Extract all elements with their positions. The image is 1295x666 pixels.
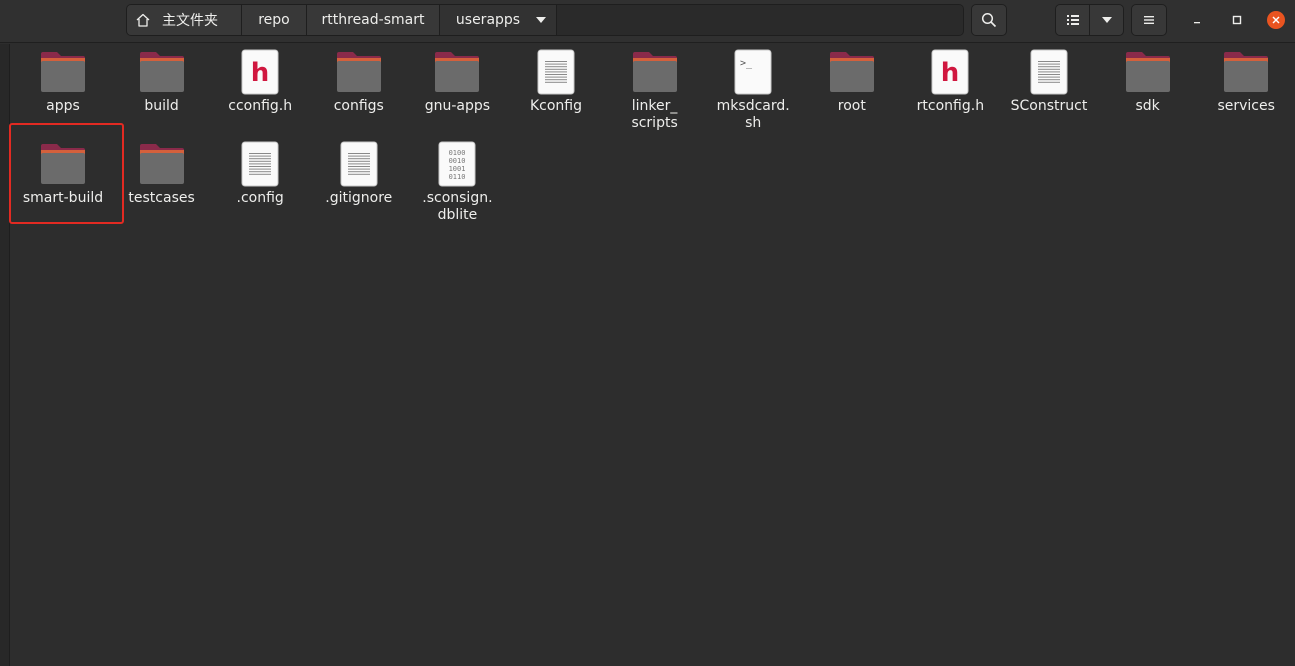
file-item-label: root [837,98,866,114]
svg-text:1001: 1001 [449,165,466,173]
c-header-file-icon: h [235,48,285,96]
close-button[interactable] [1267,11,1285,29]
file-item[interactable]: build [113,48,211,134]
svg-text:0100: 0100 [449,149,466,157]
crumb-label: userapps [455,12,521,28]
file-item[interactable]: h rtconfig.h [901,48,999,134]
file-item[interactable]: SConstruct [1000,48,1098,134]
search-icon [981,12,997,28]
file-item-label: build [144,98,179,114]
text-file-icon [1024,48,1074,96]
crumb-userapps[interactable]: userapps [440,5,557,35]
svg-text:0110: 0110 [449,173,466,181]
crumb-repo[interactable]: repo [242,5,307,35]
hamburger-menu-icon [1144,16,1154,24]
file-item-label: .sconsign. dblite [422,190,493,223]
file-item-label: rtconfig.h [916,98,985,114]
crumb-rtthread-smart[interactable]: rtthread-smart [307,5,440,35]
file-item[interactable]: testcases [113,140,211,226]
home-icon [136,13,150,27]
crumb-home[interactable]: 主文件夹 [127,5,242,35]
folder-icon [38,140,88,188]
minimize-icon [1194,22,1200,24]
file-item[interactable]: configs [310,48,408,134]
sidebar-collapsed-edge[interactable] [0,44,10,666]
shell-script-icon: >_ [728,48,778,96]
folder-icon [334,48,384,96]
file-item[interactable]: Kconfig [507,48,605,134]
file-item-label: mksdcard. sh [716,98,790,131]
folder-icon [827,48,877,96]
file-item-label: smart-build [22,190,104,206]
file-item[interactable]: services [1197,48,1295,134]
file-item[interactable]: root [803,48,901,134]
folder-icon [1123,48,1173,96]
path-bar-filler [557,5,963,35]
main-menu-button[interactable] [1131,4,1167,36]
svg-text:>_: >_ [740,58,753,69]
folder-icon [137,48,187,96]
list-view-button[interactable] [1056,5,1089,35]
file-item-label: cconfig.h [228,98,293,114]
path-bar: 主文件夹 repo rtthread-smart userapps [126,4,964,36]
file-item-label: SConstruct [1010,98,1088,114]
search-button[interactable] [971,4,1007,36]
folder-icon [1221,48,1271,96]
file-item[interactable]: apps [14,48,112,134]
file-item[interactable]: linker_ scripts [606,48,704,134]
file-item-label: configs [333,98,384,114]
view-toggle-group [1055,4,1124,36]
file-item-label: apps [46,98,80,114]
maximize-icon [1232,15,1242,25]
text-file-icon [531,48,581,96]
file-item-label: testcases [128,190,195,206]
file-item[interactable]: >_ mksdcard. sh [704,48,802,134]
chevron-down-icon [1101,17,1112,23]
folder-icon [137,140,187,188]
folder-icon [432,48,482,96]
file-item-label: Kconfig [529,98,583,114]
c-header-file-icon: h [925,48,975,96]
folder-icon [630,48,680,96]
text-file-icon [235,140,285,188]
text-file-icon [334,140,384,188]
file-item-label: .config [236,190,284,206]
file-item[interactable]: 0100 0010 1001 0110 .sconsign. dblite [408,140,506,226]
svg-text:0010: 0010 [449,157,466,165]
crumb-menu-caret-icon[interactable] [536,17,547,23]
file-item[interactable]: smart-build [14,140,112,226]
minimize-button[interactable] [1188,11,1206,29]
folder-icon [38,48,88,96]
file-item-label: .gitignore [325,190,393,206]
file-item-label: linker_ scripts [631,98,678,131]
close-icon [1272,16,1280,24]
file-item[interactable]: h cconfig.h [211,48,309,134]
svg-text:h: h [251,58,270,88]
svg-text:h: h [941,58,960,88]
binary-file-icon: 0100 0010 1001 0110 [432,140,482,188]
list-view-icon [1066,15,1079,25]
file-item-label: gnu-apps [424,98,491,114]
file-item-label: services [1217,98,1275,114]
file-item[interactable]: .config [211,140,309,226]
maximize-button[interactable] [1228,11,1246,29]
view-options-button[interactable] [1089,5,1123,35]
header-bar: 主文件夹 repo rtthread-smart userapps [0,0,1295,43]
file-item-label: sdk [1135,98,1160,114]
crumb-label: repo [258,12,290,28]
crumb-home-label: 主文件夹 [162,13,218,29]
file-grid: apps build h cconfig.h configs gnu-apps … [14,48,1295,658]
file-item[interactable]: gnu-apps [408,48,506,134]
file-item[interactable]: .gitignore [310,140,408,226]
file-item[interactable]: sdk [1099,48,1197,134]
crumb-label: rtthread-smart [321,12,425,28]
